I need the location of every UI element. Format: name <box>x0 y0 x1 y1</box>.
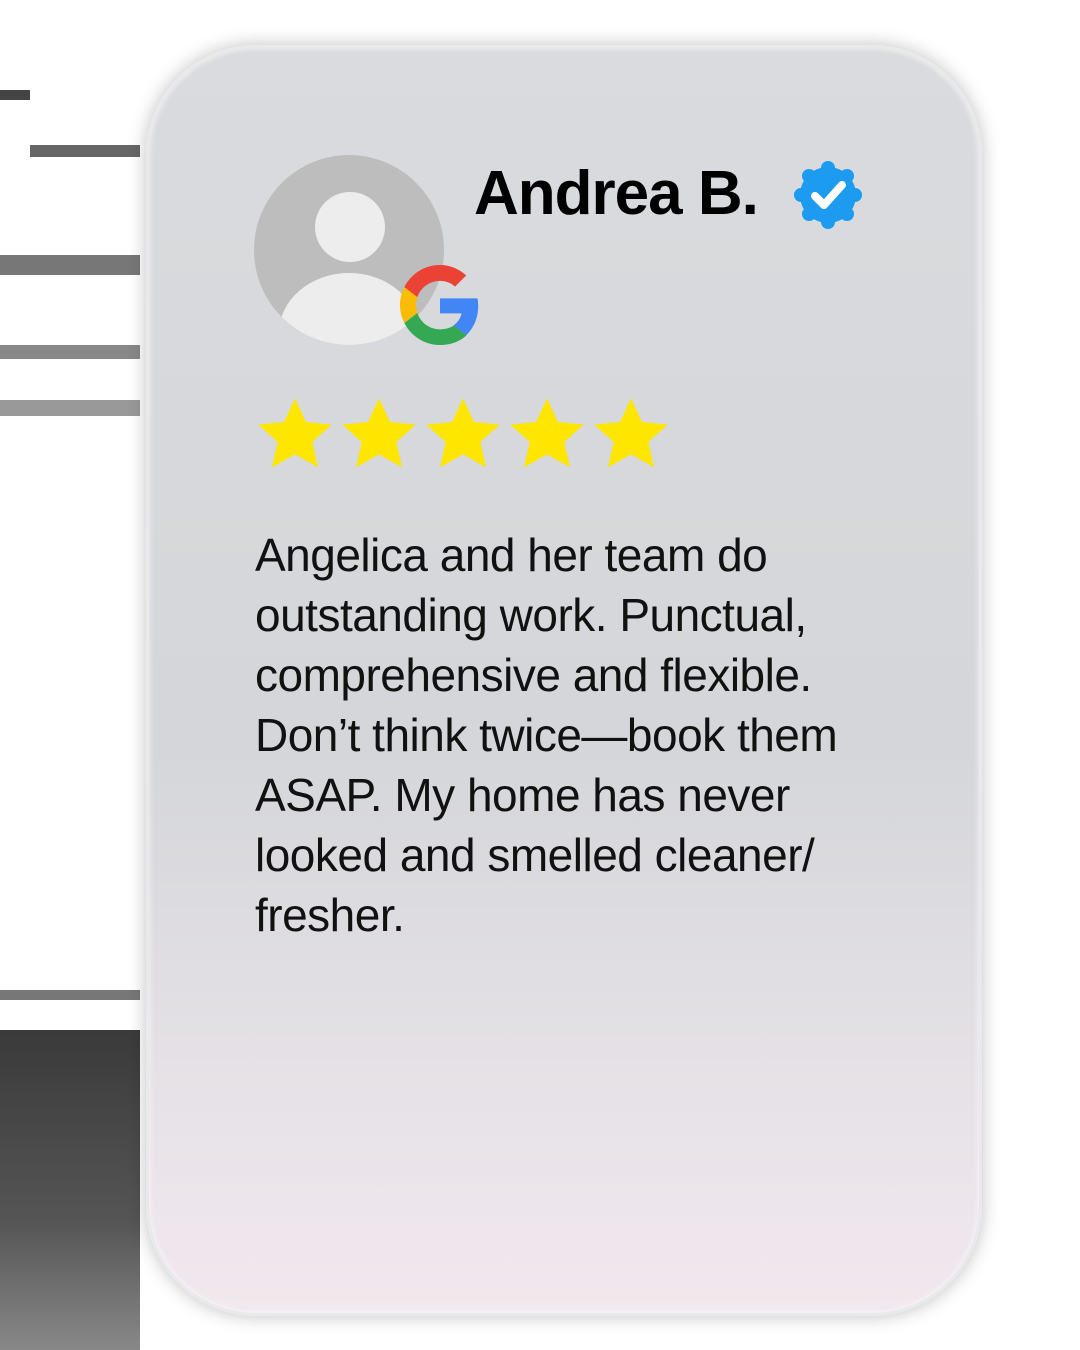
avatar-body <box>279 273 419 345</box>
background-glitch <box>0 345 140 359</box>
star-icon <box>594 398 668 468</box>
background-glitch <box>0 90 30 100</box>
background-glitch <box>0 255 140 275</box>
verified-badge-icon <box>794 161 862 229</box>
star-rating <box>255 395 671 475</box>
star-icon <box>342 398 416 468</box>
star-icon <box>510 398 584 468</box>
background-glitch <box>30 145 140 157</box>
review-text: Angelica and her team do outstanding wor… <box>255 529 838 941</box>
avatar-head <box>315 192 385 262</box>
background-glitch <box>0 990 140 1000</box>
google-g-icon <box>400 265 479 345</box>
star-icon <box>426 398 500 468</box>
background-block <box>0 1030 140 1350</box>
star-icon <box>258 398 332 468</box>
reviewer-name: Andrea B. <box>474 159 759 228</box>
background-glitch <box>0 400 140 416</box>
